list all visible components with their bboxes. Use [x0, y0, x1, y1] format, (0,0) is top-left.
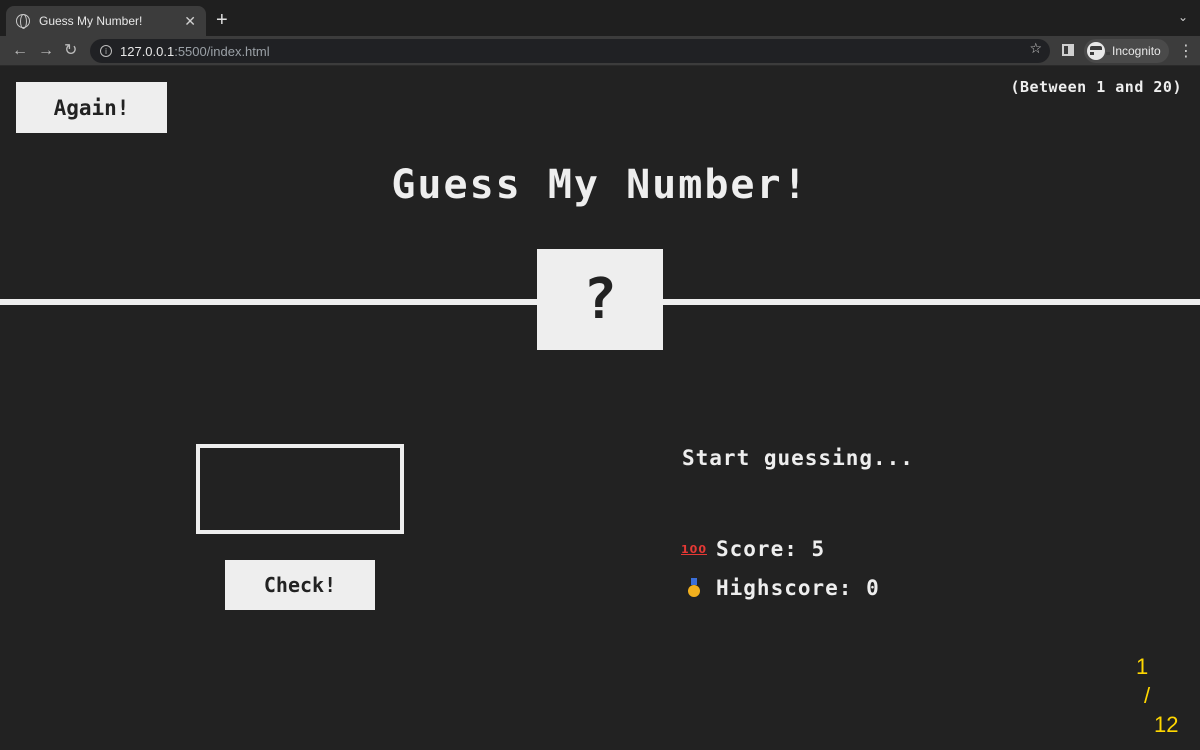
address-bar[interactable]: i 127.0.0.1 :5500/index.html ☆ [90, 39, 1050, 63]
score-value: 5 [811, 537, 826, 561]
incognito-icon [1087, 42, 1110, 60]
highscore-value: 0 [866, 576, 880, 600]
medal-icon [682, 577, 706, 597]
bookmark-star-icon[interactable]: ☆ [1029, 41, 1042, 57]
incognito-indicator[interactable]: Incognito [1084, 39, 1169, 63]
highscore-label: Highscore: [716, 576, 853, 600]
status-message: Start guessing... [682, 446, 914, 470]
score-line: 100 Score: 5 [681, 537, 826, 561]
new-tab-button[interactable]: + [216, 8, 228, 32]
globe-icon [16, 14, 30, 29]
game-page: Again! (Between 1 and 20) Guess My Numbe… [0, 66, 1200, 750]
browser-toolbar: ← → ↻ i 127.0.0.1 :5500/index.html ☆ [0, 36, 1200, 66]
tab-close-icon[interactable]: ✕ [184, 13, 196, 30]
guess-input[interactable] [196, 444, 404, 534]
tab-title: Guess My Number! [39, 14, 143, 28]
hundred-points-icon: 100 [681, 542, 707, 556]
secret-number-box: ? [537, 249, 663, 350]
browser-tab[interactable]: Guess My Number! ✕ [6, 6, 206, 36]
slide-counter: 1 / 12 [1130, 652, 1190, 739]
url-host: 127.0.0.1 [120, 43, 175, 59]
tab-search-icon[interactable]: ⌄ [1178, 10, 1188, 24]
check-button[interactable]: Check! [225, 560, 375, 610]
browser-menu-icon[interactable]: ⋮ [1178, 41, 1194, 60]
url-path: :5500/index.html [174, 43, 270, 59]
site-info-icon[interactable]: i [100, 45, 112, 57]
again-button[interactable]: Again! [16, 82, 167, 133]
browser-tab-bar: Guess My Number! ✕ + ⌄ [0, 0, 1200, 36]
reload-button[interactable]: ↻ [64, 41, 77, 61]
incognito-label: Incognito [1112, 44, 1161, 58]
side-panel-icon[interactable] [1062, 44, 1074, 56]
slide-total: 12 [1154, 712, 1179, 737]
score-label: Score: [716, 537, 798, 561]
slide-separator: / [1144, 683, 1151, 708]
highscore-line: Highscore: 0 [682, 576, 880, 600]
forward-button[interactable]: → [38, 41, 54, 61]
back-button[interactable]: ← [12, 41, 28, 61]
slide-current: 1 [1136, 654, 1149, 679]
page-title: Guess My Number! [391, 162, 809, 208]
range-hint: (Between 1 and 20) [1010, 78, 1182, 96]
